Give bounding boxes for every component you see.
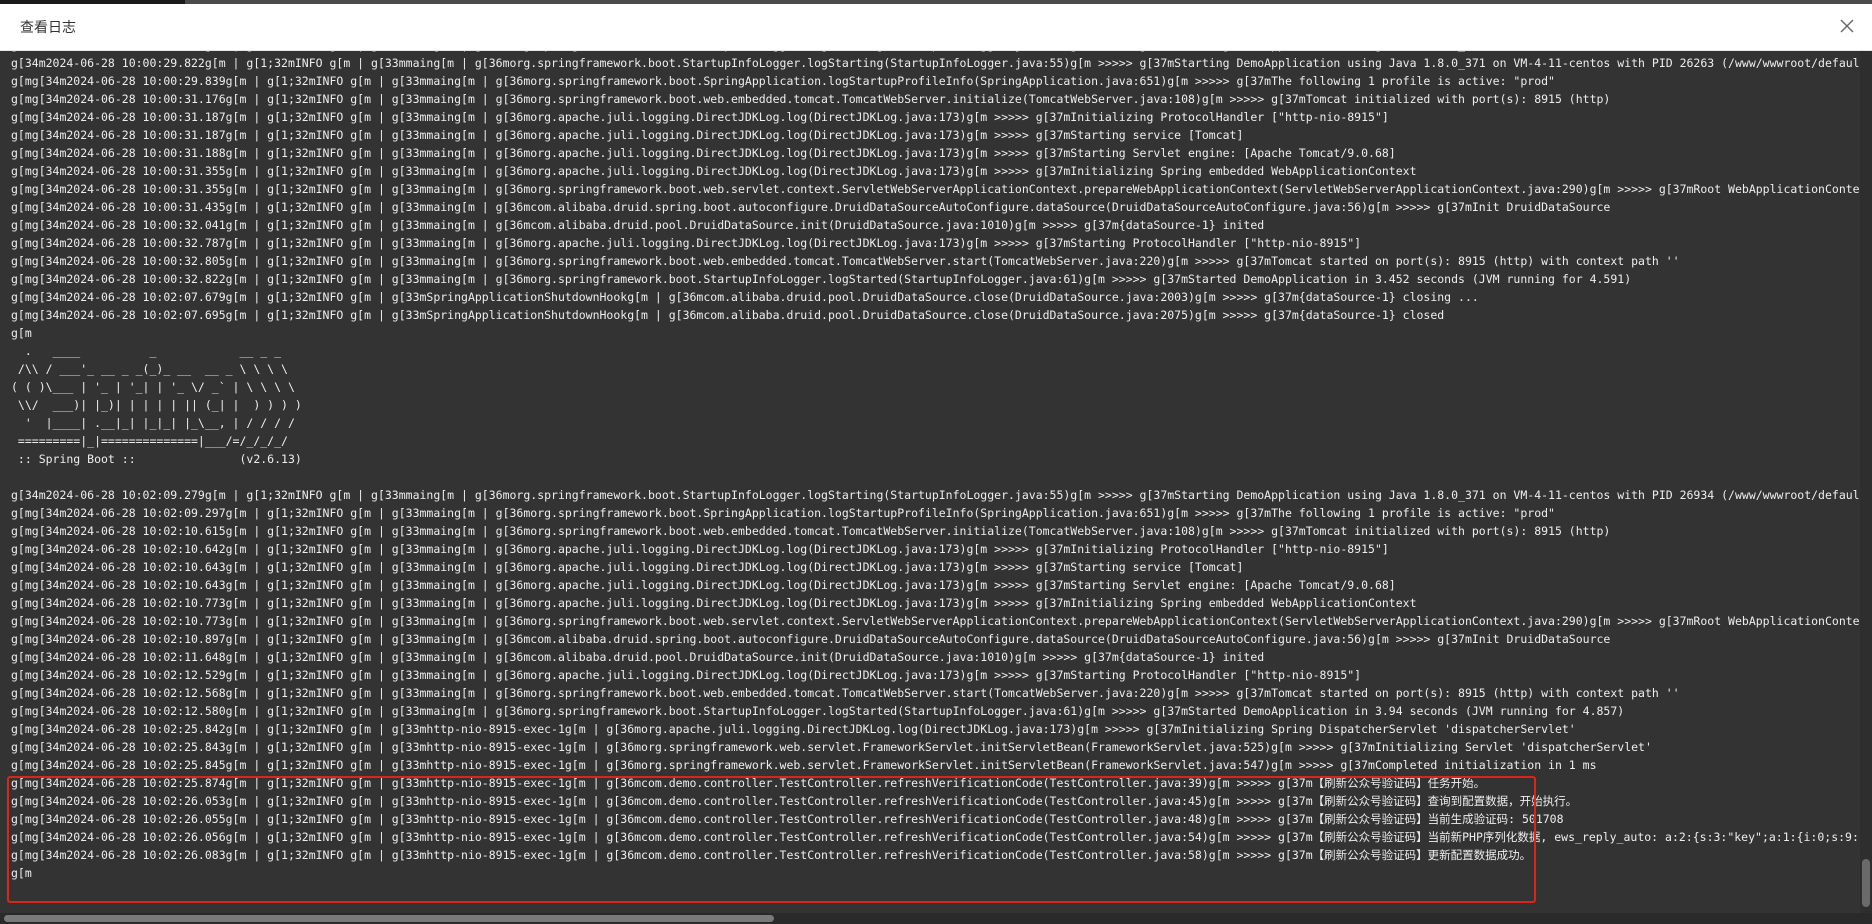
log-line: g[mg[34m2024-06-28 10:02:10.773g[m | g[1… — [11, 614, 1872, 628]
log-line: g[mg[34m2024-06-28 10:02:26.083g[m | g[1… — [11, 848, 1532, 862]
log-line: g[m — [11, 866, 32, 880]
vertical-scrollbar-thumb[interactable] — [1862, 859, 1870, 907]
log-line: g[mg[34m2024-06-28 10:00:31.435g[m | g[1… — [11, 200, 1611, 214]
log-line: g[mg[34m2024-06-28 10:02:07.695g[m | g[1… — [11, 308, 1445, 322]
log-line: g[mg[34m2024-06-28 10:00:32.805g[m | g[1… — [11, 254, 1680, 268]
log-line: g[mg[34m2024-06-28 10:02:10.615g[m | g[1… — [11, 524, 1611, 538]
log-line: g[mg[34m2024-06-28 10:02:12.529g[m | g[1… — [11, 668, 1362, 682]
log-line: g[mg[34m2024-06-28 10:02:26.053g[m | g[1… — [11, 794, 1578, 808]
log-line: g[mg[34m2024-06-28 10:02:25.845g[m | g[1… — [11, 758, 1597, 772]
log-line: g[mg[34m2024-06-28 10:00:32.041g[m | g[1… — [11, 218, 1265, 232]
log-line: g[mg[34m2024-06-28 10:00:31.188g[m | g[1… — [11, 146, 1396, 160]
vertical-scrollbar[interactable] — [1860, 51, 1872, 913]
log-line: g[m — [11, 326, 32, 340]
log-line: g[mg[34m2024-06-28 10:02:25.843g[m | g[1… — [11, 740, 1652, 754]
log-line: . ____ _ __ _ _ — [11, 344, 282, 358]
log-line: g[mg[34m2024-06-28 10:02:10.897g[m | g[1… — [11, 632, 1611, 646]
log-line: g[34m2024-06-28 10:02:09.279g[m | g[1;32… — [11, 488, 1872, 502]
log-dialog: 查看日志 g[34m2024-06-28 10:00:29.822g[m | g… — [0, 4, 1872, 924]
log-line: g[mg[34m2024-06-28 10:02:10.643g[m | g[1… — [11, 560, 1244, 574]
log-line: g[mg[34m2024-06-28 10:00:29.839g[m | g[1… — [11, 74, 1555, 88]
log-line: g[mg[34m2024-06-28 10:02:11.648g[m | g[1… — [11, 650, 1265, 664]
log-line: g[mg[34m2024-06-28 10:00:31.187g[m | g[1… — [11, 110, 1389, 124]
log-line: g[mg[34m2024-06-28 10:00:31.187g[m | g[1… — [11, 128, 1244, 142]
close-icon[interactable] — [1836, 15, 1858, 37]
dialog-header: 查看日志 — [0, 4, 1872, 51]
log-line: g[mg[34m2024-06-28 10:00:31.176g[m | g[1… — [11, 92, 1611, 106]
log-line: g[mg[34m2024-06-28 10:02:09.297g[m | g[1… — [11, 506, 1555, 520]
log-line: g[mg[34m2024-06-28 10:02:12.568g[m | g[1… — [11, 686, 1680, 700]
log-line: g[mg[34m2024-06-28 10:02:25.842g[m | g[1… — [11, 722, 1576, 736]
log-line: g[34m2024-06-28 10:00:29.822g[m | g[1;32… — [11, 56, 1872, 70]
log-line: ( ( )\___ | '_ | '_| | '_ \/ _` | \ \ \ … — [11, 380, 295, 394]
log-line: g[mg[34m2024-06-28 10:00:31.355g[m | g[1… — [11, 164, 1417, 178]
log-viewer[interactable]: g[34m2024-06-28 10:00:29.822g[m | g[1;32… — [0, 51, 1872, 924]
log-line: g[mg[34m2024-06-28 10:02:10.773g[m | g[1… — [11, 596, 1417, 610]
log-line: g[mg[34m2024-06-28 10:02:12.580g[m | g[1… — [11, 704, 1625, 718]
log-text: g[34m2024-06-28 10:00:29.822g[m | g[1;32… — [11, 51, 1872, 882]
log-line: g[mg[34m2024-06-28 10:00:32.787g[m | g[1… — [11, 236, 1362, 250]
log-line: g[mg[34m2024-06-28 10:02:10.643g[m | g[1… — [11, 578, 1396, 592]
log-line: ' |____| .__|_| |_|_| |_\__, | / / / / — [11, 416, 295, 430]
log-line: g[mg[34m2024-06-28 10:00:32.822g[m | g[1… — [11, 272, 1632, 286]
horizontal-scrollbar-thumb[interactable] — [4, 915, 774, 922]
log-line: g[mg[34m2024-06-28 10:02:26.056g[m | g[1… — [11, 830, 1872, 844]
log-line: =========|_|==============|___/=/_/_/_/ — [11, 434, 288, 448]
log-line: g[mg[34m2024-06-28 10:02:10.642g[m | g[1… — [11, 542, 1389, 556]
horizontal-scrollbar[interactable] — [0, 913, 1872, 924]
log-line: g[mg[34m2024-06-28 10:00:31.355g[m | g[1… — [11, 182, 1872, 196]
log-line: g[mg[34m2024-06-28 10:02:25.874g[m | g[1… — [11, 776, 1486, 790]
log-line: g[mg[34m2024-06-28 10:02:07.679g[m | g[1… — [11, 290, 1479, 304]
log-line: g[mg[34m2024-06-28 10:02:26.055g[m | g[1… — [11, 812, 1564, 826]
log-line: /\\ / ___'_ __ _ _(_)_ __ __ _ \ \ \ \ — [11, 362, 288, 376]
log-line: :: Spring Boot :: (v2.6.13) — [11, 452, 302, 466]
log-line: \\/ ___)| |_)| | | | | || (_| | ) ) ) ) — [11, 398, 302, 412]
dialog-title: 查看日志 — [20, 19, 76, 35]
